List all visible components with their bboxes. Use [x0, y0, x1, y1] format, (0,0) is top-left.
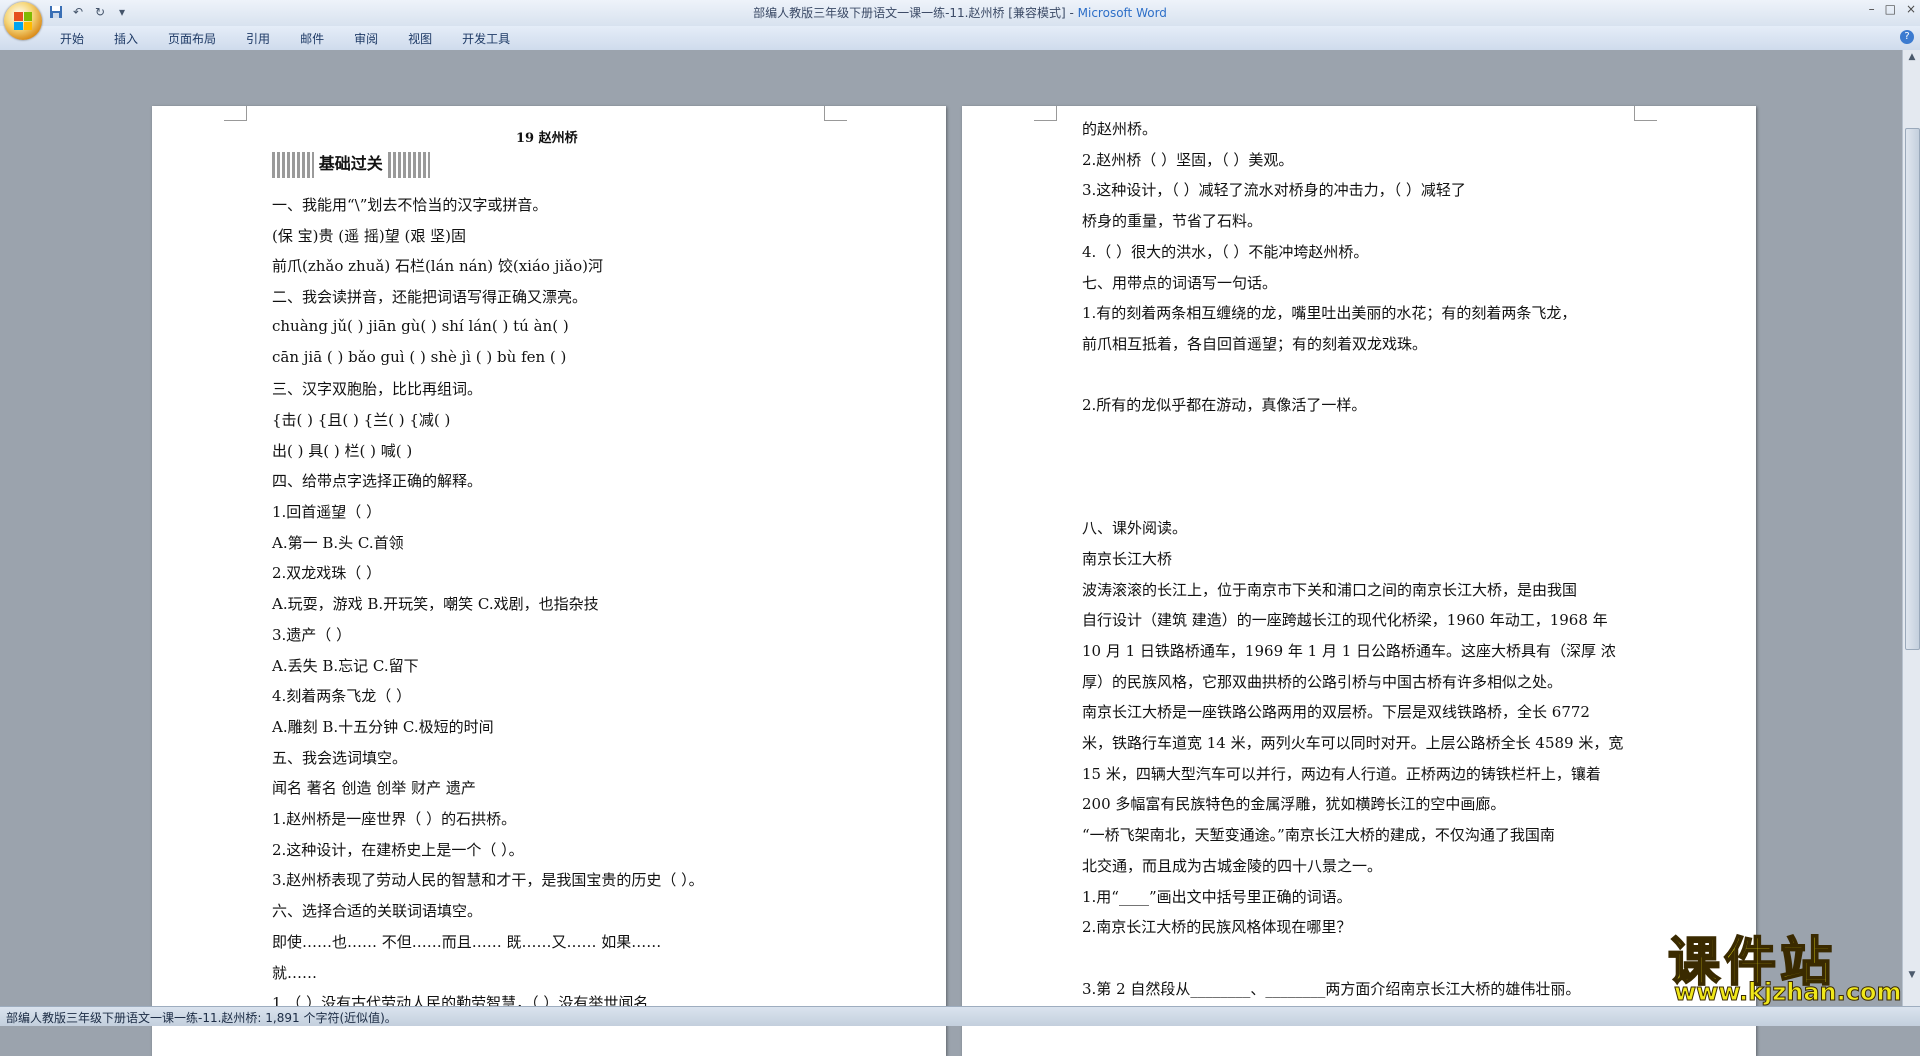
text-line: 的赵州桥。: [1082, 120, 1158, 138]
text-line: 3.第 2 自然段从________、________两方面介绍南京长江大桥的雄…: [1082, 979, 1581, 998]
text-line: 2.这种设计，在建桥史上是一个（ ）。: [272, 840, 524, 859]
tab-insert[interactable]: 插入: [114, 30, 138, 47]
text-line: 七、用带点的词语写一句话。: [1082, 273, 1278, 292]
document-page-2[interactable]: 的赵州桥。 2.赵州桥（ ）坚固，（ ）美观。 3.这种设计，（ ）减轻了流水对…: [962, 106, 1756, 1056]
office-logo-icon: [14, 12, 32, 30]
tab-view[interactable]: 视图: [408, 30, 432, 47]
ribbon-tab-bar: 开始 插入 页面布局 引用 邮件 审阅 视图 开发工具 ?: [0, 26, 1920, 51]
document-page-1[interactable]: 19 赵州桥 基础过关 一、我能用“\”划去不恰当的汉字或拼音。 (保 宝)贵 (…: [152, 106, 946, 1056]
text-line: “一桥飞架南北，天堑变通途。”南京长江大桥的建成，不仅沟通了我国南: [1082, 826, 1555, 845]
text-line: 六、选择合适的关联词语填空。: [272, 902, 483, 921]
text-line: 3.这种设计，（ ）减轻了流水对桥身的冲击力，（ ）减轻了: [1082, 181, 1466, 200]
watermark-logo: 课件站 www.kjzhan.com: [1667, 932, 1902, 1007]
text-line: A.雕刻 B.十五分钟 C.极短的时间: [272, 717, 494, 736]
text-line: 2.所有的龙似乎都在游动，真像活了一样。: [1082, 396, 1367, 415]
section-header: 基础过关: [272, 150, 430, 178]
text-line: A.丢失 B.忘记 C.留下: [272, 656, 419, 675]
scroll-up-icon[interactable]: ▲: [1906, 52, 1918, 64]
office-button[interactable]: [4, 2, 42, 40]
save-icon[interactable]: [48, 4, 64, 20]
text-line: 波涛滚滚的长江上，位于南京市下关和浦口之间的南京长江大桥，是由我国: [1082, 580, 1578, 599]
tab-review[interactable]: 审阅: [354, 30, 378, 47]
tab-mailings[interactable]: 邮件: [300, 30, 324, 47]
text-line: chuàng jǔ( ) jiān gù( ) shí lán( ) tú àn…: [272, 316, 569, 335]
quick-access-toolbar: ↶ ↻ ▾: [48, 4, 130, 20]
text-line: 1.赵州桥是一座世界（ ）的石拱桥。: [272, 810, 517, 828]
text-line: 自行设计（建筑 建造）的一座跨越长江的现代化桥梁，1960 年动工，1968 年: [1082, 611, 1608, 630]
text-line: 闻名 著名 创造 创举 财产 遗产: [272, 779, 476, 798]
title-bar: 部编人教版三年级下册语文一课一练-11.赵州桥 [兼容模式] - Microso…: [0, 0, 1920, 27]
text-line: 前爪相互抵着，各自回首遥望；有的刻着双龙戏珠。: [1082, 334, 1428, 353]
text-line: 厚）的民族风格，它那双曲拱桥的公路引桥与中国古桥有许多相似之处。: [1082, 672, 1563, 691]
tab-references[interactable]: 引用: [246, 30, 270, 47]
status-bar: 部编人教版三年级下册语文一课一练-11.赵州桥: 1,891 个字符(近似值)。: [0, 1006, 1920, 1026]
undo-icon[interactable]: ↶: [70, 4, 86, 20]
text-line: 二、我会读拼音，还能把词语写得正确又漂亮。: [272, 288, 588, 307]
window-title: 部编人教版三年级下册语文一课一练-11.赵州桥 [兼容模式] - Microso…: [753, 6, 1167, 20]
text-line: 三、汉字双胞胎，比比再组词。: [272, 380, 483, 399]
customize-icon[interactable]: ▾: [114, 4, 130, 20]
text-line: 五、我会选词填空。: [272, 748, 408, 767]
status-text: 部编人教版三年级下册语文一课一练-11.赵州桥: 1,891 个字符(近似值)。: [6, 1011, 397, 1025]
help-icon[interactable]: ?: [1900, 30, 1914, 44]
window-controls: – □ ×: [1869, 2, 1916, 16]
document-area: 19 赵州桥 基础过关 一、我能用“\”划去不恰当的汉字或拼音。 (保 宝)贵 (…: [0, 50, 1902, 1056]
text-line: cān jiā ( ) bǎo guì ( ) shè jì ( ) bù fe…: [272, 347, 567, 366]
text-line: 南京长江大桥是一座铁路公路两用的双层桥。下层是双线铁路桥，全长 6772: [1082, 703, 1590, 722]
text-line: 米，铁路行车道宽 14 米，两列火车可以同时对开。上层公路桥全长 4589 米，…: [1082, 734, 1624, 752]
text-line: 前爪(zhǎo zhuǎ) 石栏(lán nán) 饺(xiáo jiǎo)河: [272, 257, 603, 276]
minimize-button[interactable]: –: [1869, 2, 1875, 16]
text-line: 1.用“____”画出文中括号里正确的词语。: [1082, 887, 1352, 906]
page-title: 19 赵州桥: [516, 131, 578, 146]
text-line: 2.南京长江大桥的民族风格体现在哪里？: [1082, 918, 1352, 937]
text-line: 3.赵州桥表现了劳动人民的智慧和才干，是我国宝贵的历史（ ）。: [272, 871, 704, 890]
tab-developer[interactable]: 开发工具: [462, 30, 510, 47]
text-line: A.第一 B.头 C.首领: [272, 533, 404, 552]
text-line: 1.回首遥望（ ）: [272, 503, 382, 521]
text-line: 4.刻着两条飞龙（ ）: [272, 687, 412, 706]
text-line: 八、课外阅读。: [1082, 519, 1188, 538]
vertical-scrollbar[interactable]: ▲ ▼: [1902, 50, 1920, 1006]
text-line: 2.双龙戏珠（ ）: [272, 564, 382, 583]
text-line: 10 月 1 日铁路桥通车，1969 年 1 月 1 日公路桥通车。这座大桥具有…: [1082, 641, 1616, 660]
tab-home[interactable]: 开始: [60, 30, 84, 47]
text-line: 2.赵州桥（ ）坚固，（ ）美观。: [1082, 150, 1294, 169]
close-button[interactable]: ×: [1906, 2, 1916, 16]
text-line: 3.遗产（ ）: [272, 625, 352, 644]
text-line: 一、我能用“\”划去不恰当的汉字或拼音。: [272, 196, 548, 214]
text-line: 4.（ ）很大的洪水，（ ）不能冲垮赵州桥。: [1082, 242, 1369, 261]
redo-icon[interactable]: ↻: [92, 4, 108, 20]
text-line: {击( ) {且( ) {兰( ) {减( ): [272, 410, 451, 429]
text-line: 即使……也…… 不但……而且…… 既……又…… 如果……: [272, 932, 662, 951]
text-line: 四、给带点字选择正确的解释。: [272, 472, 483, 491]
maximize-button[interactable]: □: [1885, 2, 1896, 16]
text-line: 就……: [272, 963, 318, 982]
text-line: A.玩耍，游戏 B.开玩笑，嘲笑 C.戏剧，也指杂技: [272, 595, 599, 614]
text-line: 1.有的刻着两条相互缠绕的龙，嘴里吐出美丽的水花；有的刻着两条飞龙，: [1082, 304, 1577, 323]
tab-page-layout[interactable]: 页面布局: [168, 30, 216, 47]
text-line: (保 宝)贵 (遥 摇)望 (艰 坚)固: [272, 226, 466, 245]
text-line: 桥身的重量，节省了石料。: [1082, 212, 1263, 231]
text-line: 200 多幅富有民族特色的金属浮雕，犹如横跨长江的空中画廊。: [1082, 795, 1506, 814]
text-line: 南京长江大桥: [1082, 549, 1173, 568]
text-line: 15 米，四辆大型汽车可以并行，两边有人行道。正桥两边的铸铁栏杆上，镶着: [1082, 764, 1601, 783]
text-line: 出( ) 具( ) 栏( ) 喊( ): [272, 441, 413, 460]
scroll-thumb[interactable]: [1905, 128, 1920, 650]
text-line: 北交通，而且成为古城金陵的四十八景之一。: [1082, 856, 1383, 875]
